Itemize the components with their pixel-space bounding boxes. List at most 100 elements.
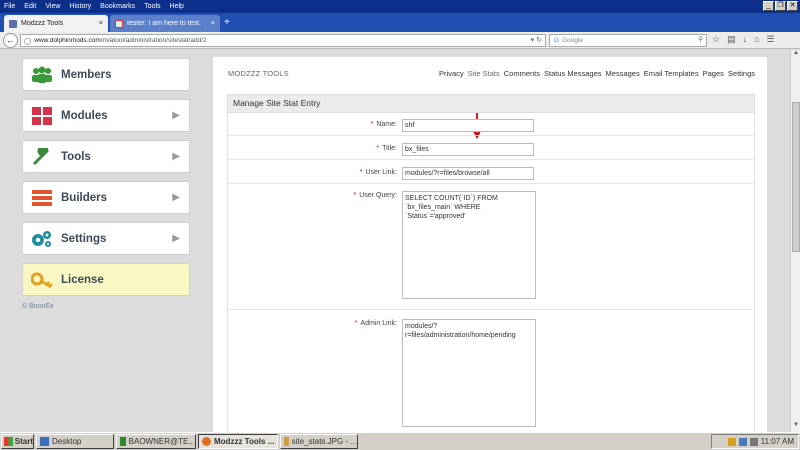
scroll-down-arrow-icon[interactable]: ▼ (791, 422, 800, 432)
menu-view[interactable]: View (45, 3, 60, 10)
download-icon[interactable]: ↓ (743, 34, 748, 45)
minimize-button[interactable]: _ (763, 1, 774, 11)
tray-shield-icon[interactable] (727, 437, 736, 446)
tab-close-icon[interactable]: × (99, 20, 103, 27)
sidebar-item-label: Members (61, 68, 112, 81)
required-mark: * (354, 320, 358, 327)
google-icon: G (554, 37, 560, 44)
start-label: Start (14, 437, 33, 446)
modules-icon (32, 106, 52, 125)
menu-edit[interactable]: Edit (24, 3, 36, 10)
clipboard-icon[interactable]: ▤ (727, 34, 736, 45)
url-host: www.dolphinmods.com (34, 37, 101, 44)
page-content: Members Modules ▶ Tools ▶ Builders ▶ Set… (0, 50, 790, 432)
tab-title: Modzzz Tools (21, 20, 64, 27)
chevron-right-icon: ▶ (172, 110, 180, 121)
task-label: Modzzz Tools ... (214, 437, 275, 446)
tab-close-icon[interactable]: × (211, 20, 215, 27)
required-mark: * (370, 121, 374, 128)
scroll-up-arrow-icon[interactable]: ▲ (791, 50, 800, 60)
back-button[interactable]: ← (3, 33, 18, 48)
menu-history[interactable]: History (69, 3, 91, 10)
nav-link-comments[interactable]: Comments (504, 69, 540, 78)
key-icon (31, 272, 53, 288)
taskbar-item-desktop[interactable]: Desktop (36, 434, 114, 449)
new-tab-button[interactable]: + (224, 17, 230, 28)
vertical-scrollbar[interactable]: ▲ ▼ (790, 50, 800, 432)
field-label-title: * Title: (376, 145, 397, 152)
clock: 11:07 AM (760, 437, 794, 446)
star-icon[interactable]: ☆ (712, 34, 720, 45)
url-path: /m/atool/administration/sitestat/add/2 (100, 37, 207, 44)
copyright-link[interactable]: © BoonEx (22, 303, 54, 310)
menu-bookmarks[interactable]: Bookmarks (100, 3, 135, 10)
address-bar[interactable]: ◯ www.dolphinmods.com/m/atool/administra… (20, 34, 546, 47)
nav-link-email-templates[interactable]: Email Templates (644, 69, 699, 78)
nav-link-settings[interactable]: Settings (728, 69, 755, 78)
window-controls: _ ❐ ✕ (763, 1, 798, 11)
image-viewer-icon (284, 437, 289, 446)
form-row-name: * Name: shf (227, 113, 755, 136)
task-label: site_stats.JPG - ... (291, 437, 357, 446)
sidebar-item-modules[interactable]: Modules ▶ (22, 99, 190, 132)
close-window-button[interactable]: ✕ (787, 1, 798, 11)
name-input[interactable]: shf (402, 119, 534, 132)
windows-taskbar: Start Desktop BAOWNER@TE... Modzzz Tools… (0, 432, 800, 450)
sidebar-item-license[interactable]: License (22, 263, 190, 296)
taskbar-item-modzzz-tools[interactable]: Modzzz Tools ... (198, 434, 278, 449)
sidebar-item-label: Tools (61, 150, 91, 163)
home-icon[interactable]: ⌂ (754, 34, 759, 45)
menu-help[interactable]: Help (170, 3, 184, 10)
tray-volume-icon[interactable] (749, 437, 758, 446)
reload-icon[interactable]: ▾ ↻ (531, 36, 542, 44)
user-link-input[interactable]: modules/?r=files/browse/all (402, 167, 534, 180)
tray-network-icon[interactable] (738, 437, 747, 446)
menu-icon[interactable]: ☰ (767, 34, 775, 45)
nav-link-privacy[interactable]: Privacy (439, 69, 464, 78)
sidebar-item-tools[interactable]: Tools ▶ (22, 140, 190, 173)
scroll-thumb[interactable] (792, 102, 800, 252)
nav-link-status-messages[interactable]: Status Messages (544, 69, 602, 78)
field-label-user-link: * User Link: (359, 169, 397, 176)
maximize-button[interactable]: ❐ (775, 1, 786, 11)
tab-tester[interactable]: tester: I am here to test. × (110, 15, 220, 32)
form-row-admin-link: * Admin Link: modules/?r=files/administra… (227, 310, 755, 432)
required-mark: * (359, 169, 363, 176)
builders-icon (32, 189, 52, 206)
nav-link-site-stats[interactable]: Site Stats (468, 69, 500, 78)
sidebar-item-label: License (61, 273, 104, 286)
firefox-icon (202, 437, 211, 446)
sidebar-item-members[interactable]: Members (22, 58, 190, 91)
menu-file[interactable]: File (4, 3, 15, 10)
sidebar-item-settings[interactable]: Settings ▶ (22, 222, 190, 255)
taskbar-item-baowner[interactable]: BAOWNER@TE... (116, 434, 196, 449)
start-button[interactable]: Start (1, 434, 34, 449)
admin-link-textarea[interactable]: modules/?r=files/administration/home/pen… (402, 319, 536, 427)
field-label-user-query: * User Query: (353, 192, 397, 199)
sidebar-item-builders[interactable]: Builders ▶ (22, 181, 190, 214)
form-title: Manage Site Stat Entry (227, 94, 755, 113)
taskbar-item-site-stats[interactable]: site_stats.JPG - ... (280, 434, 358, 449)
tab-modzzz-tools[interactable]: Modzzz Tools × (4, 15, 108, 32)
chevron-right-icon: ▶ (172, 233, 180, 244)
globe-icon: ◯ (24, 37, 32, 45)
nav-link-messages[interactable]: Messages (606, 69, 640, 78)
form-row-user-query: * User Query: SELECT COUNT(`ID`) FROM `bx… (227, 184, 755, 310)
user-query-textarea[interactable]: SELECT COUNT(`ID`) FROM `bx_files_main` … (402, 191, 536, 299)
menu-tools[interactable]: Tools (144, 3, 160, 10)
windows-logo-icon (4, 437, 13, 446)
navigation-bar: ← ◯ www.dolphinmods.com/m/atool/administ… (0, 32, 800, 49)
tab-title: tester: I am here to test. (127, 20, 201, 27)
chevron-right-icon: ▶ (172, 192, 180, 203)
title-input[interactable]: bx_files (402, 143, 534, 156)
search-input[interactable]: G Google ⚲ (549, 34, 707, 47)
chevron-right-icon: ▶ (172, 151, 180, 162)
task-label: BAOWNER@TE... (128, 437, 195, 446)
top-navigation: Privacy Site Stats Comments Status Messa… (439, 69, 755, 78)
search-placeholder: Google (562, 37, 584, 44)
sidebar-item-label: Settings (61, 232, 107, 245)
search-icon[interactable]: ⚲ (698, 35, 703, 43)
required-mark: * (376, 145, 380, 152)
sidebar-item-label: Builders (61, 191, 108, 204)
nav-link-pages[interactable]: Pages (703, 69, 724, 78)
